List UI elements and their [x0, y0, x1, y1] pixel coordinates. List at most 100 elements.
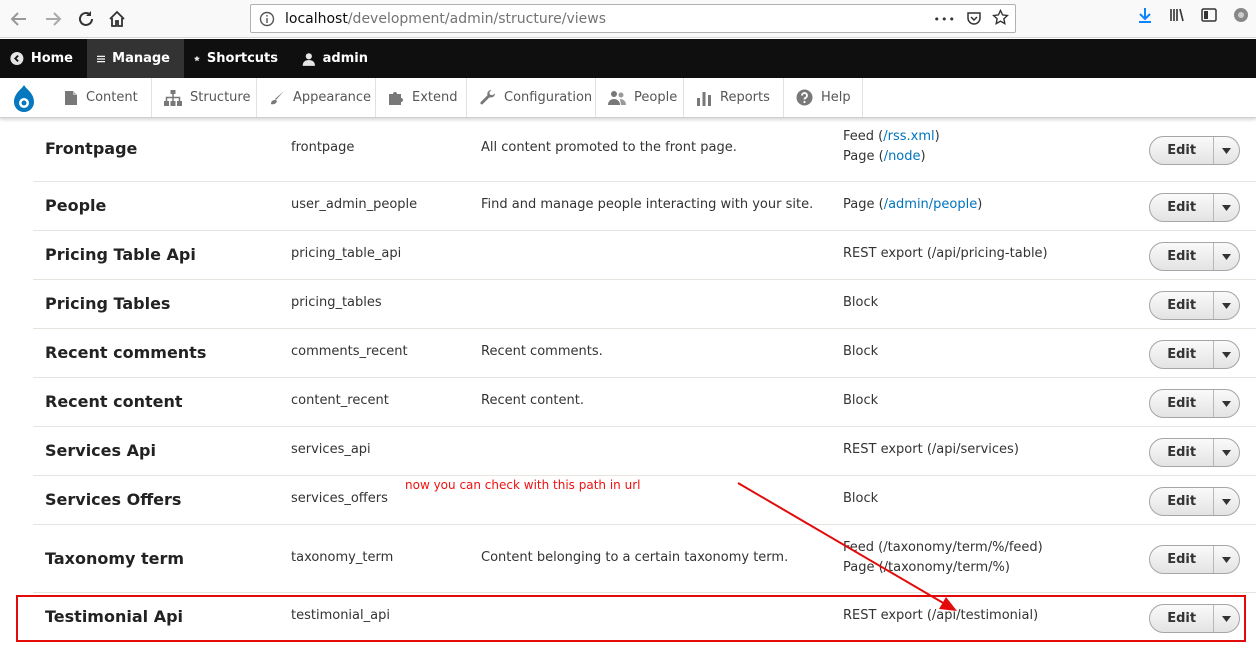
edit-button[interactable]: Edit — [1150, 439, 1213, 466]
drupal-home-icon — [10, 52, 24, 65]
caret-down-icon — [1222, 351, 1232, 358]
bookmark-star-icon[interactable] — [992, 8, 1009, 30]
display-text: Page (/taxonomy/term/%) — [843, 560, 1010, 575]
view-displays: Feed (/taxonomy/term/%/feed) Page (/taxo… — [843, 538, 1043, 578]
tray-item-configuration[interactable]: Configuration — [467, 78, 596, 117]
edit-button[interactable]: Edit — [1150, 137, 1213, 164]
machine-name: frontpage — [291, 140, 355, 155]
people-icon — [608, 90, 626, 105]
browser-toolbar: localhost/development/admin/structure/vi… — [0, 0, 1256, 38]
dropbutton-toggle[interactable] — [1213, 341, 1239, 368]
dropbutton-toggle[interactable] — [1213, 488, 1239, 515]
view-description: Content belonging to a certain taxonomy … — [481, 550, 789, 565]
view-displays: Block — [843, 393, 879, 408]
caret-down-icon — [1222, 449, 1232, 456]
tray-item-appearance[interactable]: Appearance — [257, 78, 376, 117]
extension-icon[interactable] — [1232, 6, 1250, 28]
caret-down-icon — [1222, 498, 1232, 505]
caret-down-icon — [1222, 253, 1232, 260]
view-name: Pricing Tables — [45, 294, 171, 313]
tray-item-help[interactable]: Help — [784, 78, 863, 117]
url-text[interactable]: localhost/development/admin/structure/vi… — [285, 11, 606, 27]
caret-down-icon — [1222, 147, 1232, 154]
dropbutton-toggle[interactable] — [1213, 243, 1239, 270]
tray-item-reports[interactable]: Reports — [684, 78, 784, 117]
toolbar-shortcuts[interactable]: Shortcuts — [184, 39, 292, 78]
display-text: ) — [920, 149, 926, 164]
edit-button[interactable]: Edit — [1150, 390, 1213, 417]
view-name: Services Offers — [45, 490, 182, 509]
machine-name: services_offers — [291, 491, 388, 506]
table-row: People user_admin_people Find and manage… — [33, 182, 1256, 231]
display-link[interactable]: /admin/people — [884, 197, 978, 212]
edit-button[interactable]: Edit — [1150, 292, 1213, 319]
edit-button[interactable]: Edit — [1150, 546, 1213, 573]
forward-button[interactable] — [40, 6, 66, 32]
site-info-icon[interactable] — [259, 11, 275, 31]
display-text: Feed ( — [843, 129, 884, 144]
machine-name: comments_recent — [291, 344, 408, 359]
display-link[interactable]: /node — [884, 149, 921, 164]
view-name: Frontpage — [45, 139, 138, 158]
toolbar-user[interactable]: admin — [292, 39, 382, 78]
operations-dropbutton: Edit — [1149, 136, 1240, 165]
drupal-logo-icon[interactable] — [8, 83, 40, 119]
table-row: Recent comments comments_recent Recent c… — [33, 329, 1256, 378]
url-bar[interactable]: localhost/development/admin/structure/vi… — [250, 4, 1016, 33]
view-displays: REST export (/api/pricing-table) — [843, 246, 1048, 261]
dropbutton-toggle[interactable] — [1213, 292, 1239, 319]
view-displays: Page (/admin/people) — [843, 195, 982, 215]
home-icon — [109, 10, 125, 27]
toolbar-home[interactable]: Home — [0, 39, 87, 78]
tray-item-people[interactable]: People — [596, 78, 684, 117]
back-arrow-icon — [10, 12, 26, 26]
view-name: People — [45, 196, 107, 215]
operations-dropbutton: Edit — [1149, 438, 1240, 467]
machine-name: services_api — [291, 442, 371, 457]
tray-item-extend[interactable]: Extend — [376, 78, 467, 117]
table-row: Services Api services_api REST export (/… — [33, 427, 1256, 476]
puzzle-icon — [389, 91, 403, 105]
edit-button[interactable]: Edit — [1150, 341, 1213, 368]
view-displays: Feed (/rss.xml) Page (/node) — [843, 127, 940, 167]
reload-button[interactable] — [73, 6, 99, 32]
toolbar-manage-label: Manage — [112, 51, 170, 66]
tray-item-label: Configuration — [504, 90, 593, 105]
home-button[interactable] — [104, 6, 130, 32]
menu-icon — [97, 55, 106, 62]
dropbutton-toggle[interactable] — [1213, 390, 1239, 417]
operations-dropbutton: Edit — [1149, 291, 1240, 320]
tray-item-label: Content — [86, 90, 138, 105]
page-actions-button[interactable]: ••• — [934, 13, 956, 26]
machine-name: user_admin_people — [291, 197, 418, 212]
toolbar-home-label: Home — [30, 51, 73, 66]
machine-name: content_recent — [291, 393, 389, 408]
display-text: ) — [977, 197, 983, 212]
library-icon[interactable] — [1168, 6, 1186, 28]
view-description: Recent comments. — [481, 344, 603, 359]
dropbutton-toggle[interactable] — [1213, 137, 1239, 164]
table-row: Frontpage frontpage All content promoted… — [33, 118, 1256, 182]
view-displays: Block — [843, 344, 879, 359]
tray-item-content[interactable]: Content — [52, 78, 152, 117]
edit-button[interactable]: Edit — [1150, 194, 1213, 221]
caret-down-icon — [1222, 204, 1232, 211]
machine-name: pricing_table_api — [291, 246, 402, 261]
dropbutton-toggle[interactable] — [1213, 194, 1239, 221]
dropbutton-toggle[interactable] — [1213, 439, 1239, 466]
edit-button[interactable]: Edit — [1150, 243, 1213, 270]
downloads-icon[interactable] — [1136, 6, 1154, 28]
operations-dropbutton: Edit — [1149, 242, 1240, 271]
operations-dropbutton: Edit — [1149, 193, 1240, 222]
back-button[interactable] — [6, 6, 32, 32]
pocket-icon[interactable] — [966, 10, 982, 30]
toolbar-manage[interactable]: Manage — [87, 39, 184, 78]
display-link[interactable]: /rss.xml — [883, 129, 934, 144]
user-icon — [302, 52, 315, 66]
dropbutton-toggle[interactable] — [1213, 546, 1239, 573]
edit-button[interactable]: Edit — [1150, 488, 1213, 515]
sidebar-icon[interactable] — [1200, 6, 1218, 28]
tray-item-structure[interactable]: Structure — [152, 78, 257, 117]
display-text: Feed (/taxonomy/term/%/feed) — [843, 540, 1043, 555]
admin-toolbar: Home Manage Shortcuts admin — [0, 39, 1256, 78]
